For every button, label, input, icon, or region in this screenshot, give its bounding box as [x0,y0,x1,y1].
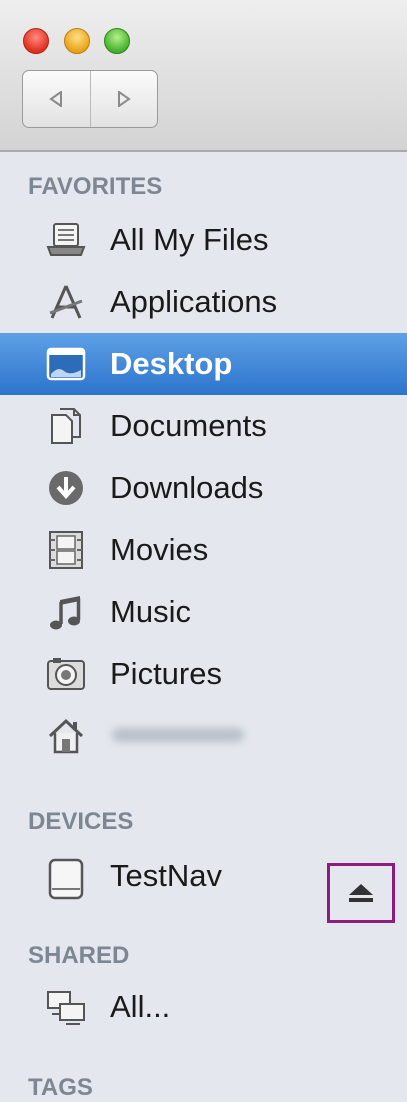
favorites-header: FAVORITES [28,173,163,200]
movies-icon [44,529,88,571]
shared-header: SHARED [28,942,130,969]
desktop-icon [44,343,88,385]
documents-icon [44,405,88,447]
home-folder-name-obscured [112,728,244,742]
pictures-icon [44,653,88,695]
downloads-icon [44,467,88,509]
applications-icon [44,281,88,323]
chevron-left-icon [49,91,63,107]
sidebar-item-pictures[interactable]: Pictures [0,643,407,705]
eject-button[interactable] [327,863,395,923]
sidebar-item-movies[interactable]: Movies [0,519,407,581]
drive-icon [44,858,88,900]
sidebar-item-all-my-files[interactable]: All My Files [0,209,407,271]
sidebar-item-home[interactable] [0,705,407,767]
home-icon [44,715,88,757]
back-forward-control [22,70,158,128]
sidebar-item-label: TestNav [110,858,222,893]
sidebar-item-shared-all[interactable]: All... [0,976,407,1038]
sidebar-item-label: Music [110,594,191,629]
sidebar-item-desktop[interactable]: Desktop [0,333,407,395]
close-button[interactable] [23,28,49,54]
eject-icon [349,884,373,902]
sidebar-item-label: All... [110,989,171,1024]
tags-header: TAGS [28,1074,93,1101]
sidebar-item-label: Applications [110,284,278,319]
sidebar-item-music[interactable]: Music [0,581,407,643]
forward-button[interactable] [89,71,158,127]
sidebar-item-testnav[interactable]: TestNav [0,844,407,942]
devices-header: DEVICES [28,808,134,835]
sidebar-item-label: All My Files [110,222,269,257]
sidebar-item-label: Movies [110,532,209,567]
sidebar-item-downloads[interactable]: Downloads [0,457,407,519]
sidebar-item-label: Downloads [110,470,264,505]
sidebar: FAVORITES All My Files Applications Desk… [0,152,407,1101]
zoom-button[interactable] [104,28,130,54]
sidebar-item-label: Desktop [110,346,233,381]
minimize-button[interactable] [64,28,90,54]
sidebar-item-documents[interactable]: Documents [0,395,407,457]
all-files-icon [44,219,88,261]
finder-toolbar [0,0,407,152]
sidebar-item-applications[interactable]: Applications [0,271,407,333]
chevron-right-icon [117,91,131,107]
back-button[interactable] [23,71,90,127]
music-icon [44,591,88,633]
sidebar-item-label: Pictures [110,656,222,691]
network-icon [44,986,88,1028]
sidebar-item-label: Documents [110,408,267,443]
